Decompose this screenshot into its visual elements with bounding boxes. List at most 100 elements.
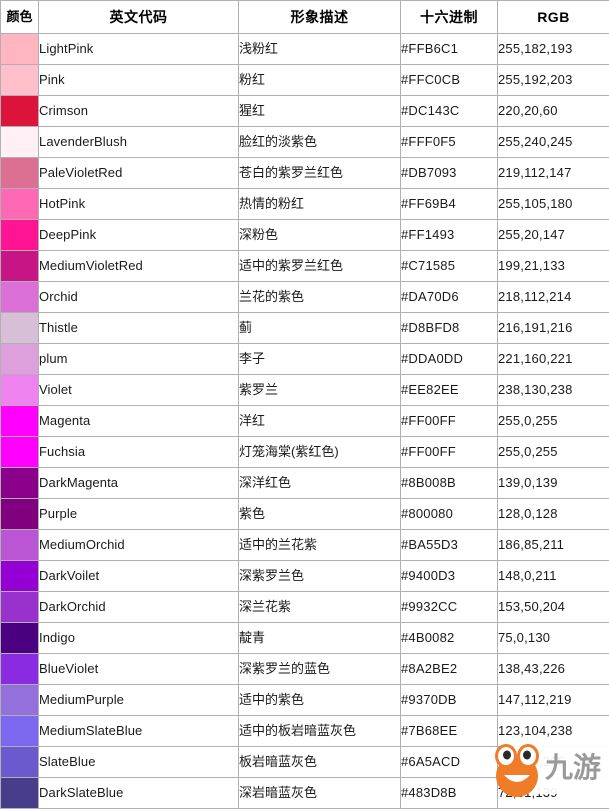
color-name: DarkOrchid bbox=[38, 591, 239, 623]
color-description: 深洋红色 bbox=[238, 467, 401, 499]
color-rgb-value: 255,20,147 bbox=[497, 219, 609, 251]
color-swatch bbox=[1, 220, 38, 250]
color-swatch-cell bbox=[0, 312, 39, 344]
table-row: Indigo 靛青 #4B0082 75,0,130 bbox=[0, 622, 609, 654]
table-row: Violet 紫罗兰 #EE82EE 238,130,238 bbox=[0, 374, 609, 406]
color-name: Thistle bbox=[38, 312, 239, 344]
color-rgb-value: 255,240,245 bbox=[497, 126, 609, 158]
color-swatch bbox=[1, 592, 38, 622]
color-rgb-value: 216,191,216 bbox=[497, 312, 609, 344]
color-swatch-cell bbox=[0, 157, 39, 189]
color-rgb-value: 75,0,130 bbox=[497, 622, 609, 654]
column-header-hex: 十六进制 bbox=[400, 0, 498, 34]
color-swatch-cell bbox=[0, 467, 39, 499]
color-name: Violet bbox=[38, 374, 239, 406]
color-hex-value: #4B0082 bbox=[400, 622, 498, 654]
color-swatch-cell bbox=[0, 560, 39, 592]
color-swatch bbox=[1, 623, 38, 653]
color-hex-value: #800080 bbox=[400, 498, 498, 530]
color-swatch bbox=[1, 561, 38, 591]
color-description: 紫色 bbox=[238, 498, 401, 530]
color-rgb-value: 139,0,139 bbox=[497, 467, 609, 499]
color-rgb-value: 147,112,219 bbox=[497, 684, 609, 716]
color-swatch bbox=[1, 127, 38, 157]
color-description: 适中的板岩暗蓝灰色 bbox=[238, 715, 401, 747]
color-description: 深岩暗蓝灰色 bbox=[238, 777, 401, 809]
color-swatch bbox=[1, 282, 38, 312]
color-swatch-cell bbox=[0, 95, 39, 127]
color-name: LavenderBlush bbox=[38, 126, 239, 158]
color-description: 蓟 bbox=[238, 312, 401, 344]
color-hex-value: #FFF0F5 bbox=[400, 126, 498, 158]
color-swatch bbox=[1, 468, 38, 498]
color-rgb-value: 238,130,238 bbox=[497, 374, 609, 406]
color-swatch bbox=[1, 716, 38, 746]
color-rgb-value: 255,0,255 bbox=[497, 436, 609, 468]
color-swatch-cell bbox=[0, 746, 39, 778]
color-rgb-value: 220,20,60 bbox=[497, 95, 609, 127]
color-name: DarkSlateBlue bbox=[38, 777, 239, 809]
table-row: Crimson 猩红 #DC143C 220,20,60 bbox=[0, 95, 609, 127]
color-swatch-cell bbox=[0, 188, 39, 220]
color-swatch bbox=[1, 96, 38, 126]
table-row: HotPink 热情的粉红 #FF69B4 255,105,180 bbox=[0, 188, 609, 220]
color-hex-value: #FF1493 bbox=[400, 219, 498, 251]
color-name: MediumPurple bbox=[38, 684, 239, 716]
color-hex-value: #D8BFD8 bbox=[400, 312, 498, 344]
color-description: 适中的紫色 bbox=[238, 684, 401, 716]
color-swatch bbox=[1, 747, 38, 777]
color-swatch bbox=[1, 34, 38, 64]
color-swatch-cell bbox=[0, 126, 39, 158]
column-header-name: 英文代码 bbox=[38, 0, 239, 34]
color-name: DarkMagenta bbox=[38, 467, 239, 499]
color-swatch bbox=[1, 313, 38, 343]
table-row: Magenta 洋红 #FF00FF 255,0,255 bbox=[0, 405, 609, 437]
table-row: DarkOrchid 深兰花紫 #9932CC 153,50,204 bbox=[0, 591, 609, 623]
color-hex-value: #BA55D3 bbox=[400, 529, 498, 561]
color-name: Magenta bbox=[38, 405, 239, 437]
color-rgb-value: 148,0,211 bbox=[497, 560, 609, 592]
color-swatch bbox=[1, 375, 38, 405]
color-description: 热情的粉红 bbox=[238, 188, 401, 220]
color-swatch-cell bbox=[0, 436, 39, 468]
table-row: MediumSlateBlue 适中的板岩暗蓝灰色 #7B68EE 123,104,2… bbox=[0, 715, 609, 747]
color-swatch-cell bbox=[0, 33, 39, 65]
table-body: LightPink 浅粉红 #FFB6C1 255,182,193 Pink 粉红 #FFC… bbox=[0, 33, 609, 809]
color-swatch-cell bbox=[0, 684, 39, 716]
color-description: 猩红 bbox=[238, 95, 401, 127]
color-name: Pink bbox=[38, 64, 239, 96]
color-hex-value: #6A5ACD bbox=[400, 746, 498, 778]
color-swatch-cell bbox=[0, 405, 39, 437]
color-description: 紫罗兰 bbox=[238, 374, 401, 406]
color-hex-value: #FF00FF bbox=[400, 436, 498, 468]
color-rgb-value: 255,0,255 bbox=[497, 405, 609, 437]
color-swatch-cell bbox=[0, 374, 39, 406]
color-name: BlueViolet bbox=[38, 653, 239, 685]
color-name: MediumOrchid bbox=[38, 529, 239, 561]
color-description: 浅粉红 bbox=[238, 33, 401, 65]
color-name: DarkVoilet bbox=[38, 560, 239, 592]
color-rgb-value: 218,112,214 bbox=[497, 281, 609, 313]
table-row: PaleVioletRed 苍白的紫罗兰红色 #DB7093 219,112,147 bbox=[0, 157, 609, 189]
table-row: Purple 紫色 #800080 128,0,128 bbox=[0, 498, 609, 530]
color-name: plum bbox=[38, 343, 239, 375]
table-row: DarkMagenta 深洋红色 #8B008B 139,0,139 bbox=[0, 467, 609, 499]
color-description: 靛青 bbox=[238, 622, 401, 654]
color-name: MediumVioletRed bbox=[38, 250, 239, 282]
color-hex-value: #FFC0CB bbox=[400, 64, 498, 96]
color-description: 李子 bbox=[238, 343, 401, 375]
color-swatch-cell bbox=[0, 529, 39, 561]
color-description: 深紫罗兰的蓝色 bbox=[238, 653, 401, 685]
table-header-row: 颜色 英文代码 形象描述 十六进制 RGB bbox=[0, 0, 609, 34]
table-row: SlateBlue 板岩暗蓝灰色 #6A5ACD 106,90,205 bbox=[0, 746, 609, 778]
table-row: Thistle 蓟 #D8BFD8 216,191,216 bbox=[0, 312, 609, 344]
color-name: Indigo bbox=[38, 622, 239, 654]
color-hex-value: #8A2BE2 bbox=[400, 653, 498, 685]
color-rgb-value: 255,182,193 bbox=[497, 33, 609, 65]
column-header-swatch: 颜色 bbox=[0, 0, 39, 34]
color-swatch bbox=[1, 158, 38, 188]
color-hex-value: #EE82EE bbox=[400, 374, 498, 406]
color-hex-value: #483D8B bbox=[400, 777, 498, 809]
color-swatch-cell bbox=[0, 343, 39, 375]
column-header-rgb: RGB bbox=[497, 0, 609, 34]
